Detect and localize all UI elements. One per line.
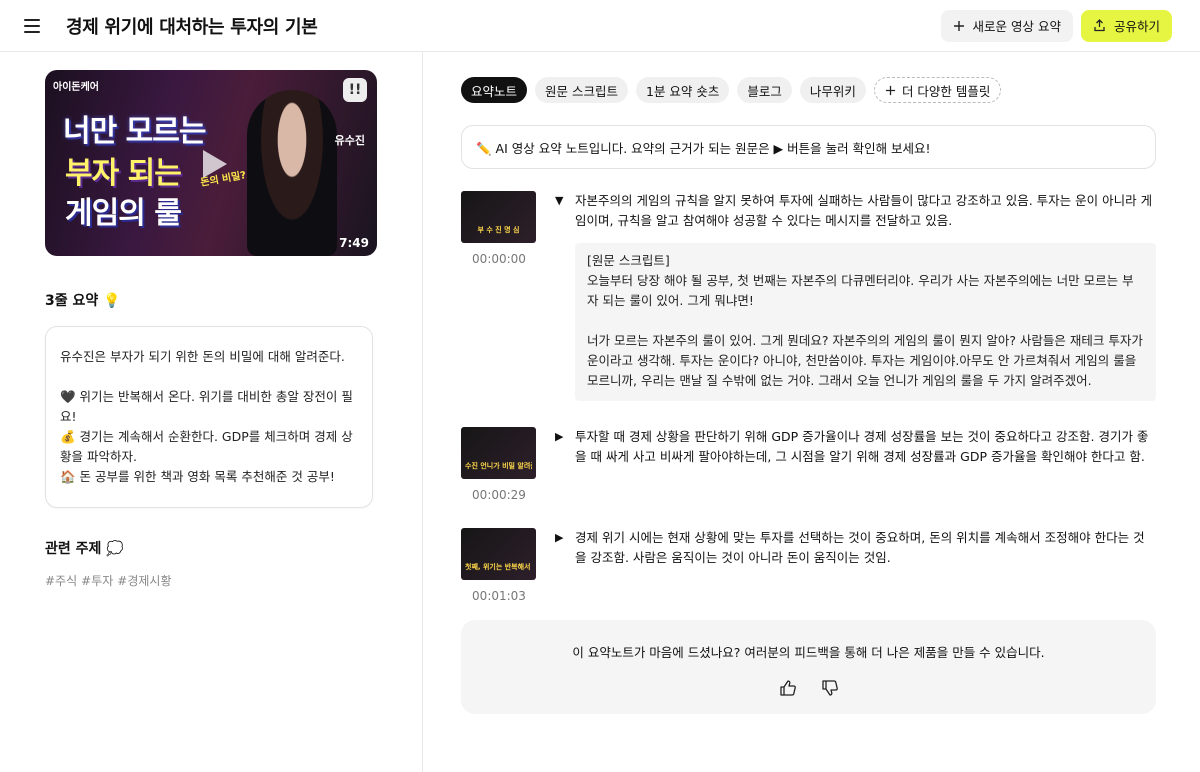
share-icon (1094, 19, 1105, 32)
topic-tag[interactable]: #경제시황 (117, 574, 171, 588)
left-panel: 아이돈케어 !! 너만 모르는 부자 되는 게임의 룰 유수진 돈의 비밀? 7… (0, 52, 423, 772)
tab-summary-note[interactable]: 요약노트 (461, 77, 528, 103)
topic-tag[interactable]: #투자 (81, 574, 113, 588)
topics-title: 관련 주제 💭 (45, 541, 124, 557)
expand-triangle-icon[interactable]: ▶ (555, 427, 575, 467)
hamburger-menu-icon[interactable] (24, 18, 40, 33)
thumbs-up-icon[interactable] (779, 679, 797, 700)
topic-tags: #주식 #투자 #경제시황 (45, 572, 422, 589)
transcript-paragraph: 너가 모르는 자본주의 룰이 있어. 그게 뭔데요? 자본주의의 게임의 룰이 … (587, 333, 1143, 388)
summary-entry: 첫째, 위기는 반복해서 온다 00:01:03 ▶ 경제 위기 시에는 현재 … (461, 528, 1156, 603)
entry-thumb-text: 첫째, 위기는 반복해서 온다 (465, 563, 532, 571)
summary-entry: 수진 언니가 비밀 알려준다 00:00:29 ▶ 투자할 때 경제 상황을 판… (461, 427, 1156, 502)
channel-logo-icon: !! (343, 78, 367, 102)
presenter-name: 유수진 (334, 134, 365, 147)
tab-shorts[interactable]: 1분 요약 숏츠 (636, 77, 730, 103)
presenter-image (247, 90, 337, 256)
summary-box: 유수진은 부자가 되기 위한 돈의 비밀에 대해 알려준다. 🖤 위기는 반복해… (45, 326, 373, 508)
topic-tag[interactable]: #주식 (45, 574, 77, 588)
feedback-text: 이 요약노트가 마음에 드셨나요? 여러분의 피드백을 통해 더 나은 제품을 … (572, 645, 1045, 660)
main-panel: 요약노트 원문 스크립트 1분 요약 숏츠 블로그 나무위키 더 다양한 템플릿… (423, 52, 1200, 772)
tab-blog[interactable]: 블로그 (737, 77, 792, 103)
share-button[interactable]: 공유하기 (1080, 9, 1172, 42)
thumb-line-1: 너만 모르는 (63, 114, 206, 149)
thumb-line-2: 부자 되는 (65, 156, 182, 191)
header: 경제 위기에 대처하는 투자의 기본 새로운 영상 요약 공유하기 (0, 0, 1200, 52)
entry-thumbnail[interactable]: 부 수 진 명 심 (461, 191, 536, 243)
more-templates-label: 더 다양한 템플릿 (901, 83, 991, 99)
summary-point: 💰 경기는 계속해서 순환한다. GDP를 체크하며 경제 상황을 파악하자. (60, 429, 353, 464)
entry-thumbnail[interactable]: 수진 언니가 비밀 알려준다 (461, 427, 536, 479)
entry-thumb-text: 수진 언니가 비밀 알려준다 (465, 462, 532, 470)
summary-intro: 유수진은 부자가 되기 위한 돈의 비밀에 대해 알려준다. (60, 349, 345, 364)
summary-entry: 부 수 진 명 심 00:00:00 ▼ 자본주의의 게임의 규칙을 알지 못하… (461, 191, 1156, 401)
summary-point: 🏠 돈 공부를 위한 책과 영화 목록 추천해준 것 공부! (60, 469, 335, 484)
summary-point: 🖤 위기는 반복해서 온다. 위기를 대비한 총알 장전이 필요! (60, 389, 353, 424)
entry-text: 자본주의의 게임의 규칙을 알지 못하여 투자에 실패하는 사람들이 많다고 강… (575, 193, 1153, 228)
tab-more-templates[interactable]: 더 다양한 템플릿 (873, 77, 1002, 103)
entry-thumb-text: 부 수 진 명 심 (477, 226, 520, 234)
page-title: 경제 위기에 대처하는 투자의 기본 (66, 16, 318, 38)
entry-text: 경제 위기 시에는 현재 상황에 맞는 투자를 선택하는 것이 중요하며, 돈의… (575, 530, 1145, 565)
plus-icon (885, 85, 896, 95)
channel-tag: 아이돈케어 (53, 82, 99, 93)
plus-icon (953, 20, 964, 31)
video-thumbnail[interactable]: 아이돈케어 !! 너만 모르는 부자 되는 게임의 룰 유수진 돈의 비밀? 7… (45, 70, 377, 256)
feedback-box: 이 요약노트가 마음에 드셨나요? 여러분의 피드백을 통해 더 나은 제품을 … (461, 620, 1156, 714)
entry-timestamp[interactable]: 00:01:03 (461, 589, 537, 603)
entry-text: 투자할 때 경제 상황을 판단하기 위해 GDP 증가율이나 경제 성장률을 보… (575, 429, 1149, 464)
transcript-title: [원문 스크립트] (587, 253, 670, 268)
new-summary-button[interactable]: 새로운 영상 요약 (940, 9, 1073, 42)
share-label: 공유하기 (1113, 19, 1160, 34)
entry-timestamp[interactable]: 00:00:00 (461, 252, 537, 266)
entry-thumbnail[interactable]: 첫째, 위기는 반복해서 온다 (461, 528, 536, 580)
thumb-line-3: 게임의 룰 (65, 196, 182, 231)
video-duration: 7:49 (339, 236, 369, 250)
ai-notice: ✏️ AI 영상 요약 노트입니다. 요약의 근거가 되는 원문은 ▶ 버튼을 … (461, 125, 1156, 169)
tab-transcript[interactable]: 원문 스크립트 (535, 77, 628, 103)
transcript-paragraph: 오늘부터 당장 해야 될 공부, 첫 번째는 자본주의 다큐멘터리야. 우리가 … (587, 273, 1134, 308)
entry-timestamp[interactable]: 00:00:29 (461, 488, 537, 502)
summary-entries: 부 수 진 명 심 00:00:00 ▼ 자본주의의 게임의 규칙을 알지 못하… (461, 191, 1156, 603)
summary-title: 3줄 요약 💡 (45, 293, 121, 309)
collapse-triangle-icon[interactable]: ▼ (555, 191, 575, 231)
template-tabs: 요약노트 원문 스크립트 1분 요약 숏츠 블로그 나무위키 더 다양한 템플릿 (461, 77, 1156, 103)
expand-triangle-icon[interactable]: ▶ (555, 528, 575, 568)
notice-text: ✏️ AI 영상 요약 노트입니다. 요약의 근거가 되는 원문은 ▶ 버튼을 … (476, 140, 931, 156)
thumbs-down-icon[interactable] (821, 679, 839, 700)
new-summary-label: 새로운 영상 요약 (972, 19, 1061, 34)
transcript-box: [원문 스크립트] 오늘부터 당장 해야 될 공부, 첫 번째는 자본주의 다큐… (575, 243, 1156, 401)
tab-namuwiki[interactable]: 나무위키 (799, 77, 866, 103)
